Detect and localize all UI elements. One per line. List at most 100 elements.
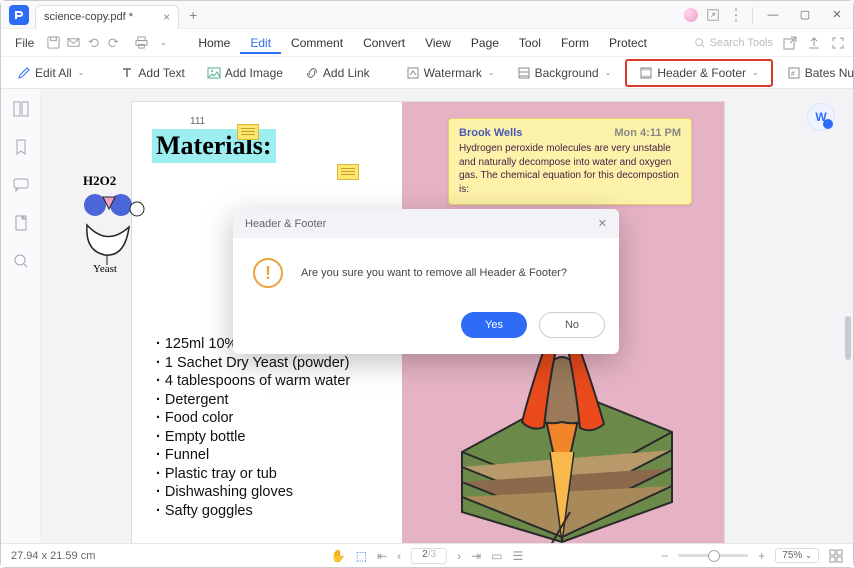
list-item: Food color (156, 409, 392, 428)
close-tab-icon[interactable]: × (163, 10, 170, 24)
edit-all-label: Edit All (35, 66, 72, 80)
materials-list: 125ml 10% Hydrogen Peroxide 1 Sachet Dry… (156, 335, 392, 520)
comment-time: Mon 4:11 PM (614, 127, 681, 139)
search-placeholder: Search Tools (710, 37, 773, 49)
menu-protect[interactable]: Protect (599, 32, 657, 54)
scrollbar-handle[interactable] (845, 316, 851, 360)
continuous-view-icon[interactable]: ☰ (513, 549, 524, 563)
list-item: Funnel (156, 446, 392, 465)
close-window-button[interactable]: ✕ (825, 3, 849, 27)
word-export-badge[interactable]: W (807, 103, 835, 131)
watermark-icon (406, 66, 420, 80)
background-icon (517, 66, 531, 80)
maximize-button[interactable]: ▢ (793, 3, 817, 27)
add-image-button[interactable]: Add Image (199, 63, 291, 83)
no-button[interactable]: No (539, 312, 605, 338)
redo-icon[interactable] (104, 34, 122, 52)
save-icon[interactable] (44, 34, 62, 52)
new-tab-button[interactable]: + (189, 7, 197, 23)
list-item: 4 tablespoons of warm water (156, 372, 392, 391)
yeast-label: Yeast (93, 263, 117, 275)
page-input[interactable]: 2/3 (411, 548, 447, 564)
molecule-doodle (77, 187, 167, 267)
header-footer-highlight: Header & Footer⌄ (625, 59, 772, 87)
menu-tool[interactable]: Tool (509, 32, 551, 54)
single-view-icon[interactable]: ▭ (491, 549, 502, 563)
yes-button[interactable]: Yes (461, 312, 527, 338)
expand-icon[interactable] (831, 36, 845, 50)
image-icon (207, 66, 221, 80)
watermark-label: Watermark (424, 66, 482, 80)
zoom-level[interactable]: 75% ⌄ (775, 548, 819, 563)
minimize-button[interactable]: — (761, 3, 785, 27)
page-dimensions: 27.94 x 21.59 cm (11, 550, 95, 562)
tab-title: science-copy.pdf * (44, 11, 133, 23)
list-item: Detergent (156, 391, 392, 410)
background-label: Background (535, 66, 599, 80)
menu-convert[interactable]: Convert (353, 32, 415, 54)
list-item: Plastic tray or tub (156, 465, 392, 484)
list-item: Safty goggles (156, 502, 392, 521)
avatar-icon[interactable] (684, 8, 698, 22)
menu-page[interactable]: Page (461, 32, 509, 54)
chevron-down-icon[interactable]: ⌄ (154, 34, 172, 52)
add-link-label: Add Link (323, 66, 370, 80)
sticky-note-icon[interactable] (237, 124, 259, 140)
attachment-icon[interactable] (13, 215, 29, 231)
mail-icon[interactable] (64, 34, 82, 52)
svg-text:#: # (791, 71, 795, 78)
search-tools[interactable]: Search Tools (694, 37, 773, 49)
dialog-close-icon[interactable]: ✕ (598, 217, 607, 230)
background-button[interactable]: Background⌄ (509, 63, 620, 83)
zoom-in-icon[interactable]: + (758, 549, 765, 563)
comment-icon[interactable] (13, 177, 29, 193)
edit-icon (17, 66, 31, 80)
zoom-out-icon[interactable]: − (661, 549, 668, 563)
next-page-icon[interactable]: › (457, 549, 461, 563)
add-text-label: Add Text (138, 66, 184, 80)
upload-icon[interactable] (807, 36, 821, 50)
bates-label: Bates Number (805, 66, 854, 80)
add-text-button[interactable]: Add Text (112, 63, 192, 83)
header-footer-button[interactable]: Header & Footer⌄ (631, 63, 766, 83)
list-item: Dishwashing gloves (156, 483, 392, 502)
sticky-note-icon[interactable] (337, 164, 359, 180)
prev-page-icon[interactable]: ‹ (397, 549, 401, 563)
document-tab[interactable]: science-copy.pdf * × (35, 5, 179, 29)
watermark-button[interactable]: Watermark⌄ (398, 63, 503, 83)
menu-form[interactable]: Form (551, 32, 599, 54)
bookmark-icon[interactable] (13, 139, 29, 155)
hand-tool-icon[interactable]: ✋ (331, 549, 346, 563)
last-page-icon[interactable]: ⇥ (471, 549, 481, 563)
print-icon[interactable] (132, 34, 150, 52)
bates-icon: # (787, 66, 801, 80)
text-icon (120, 66, 134, 80)
statusbar: 27.94 x 21.59 cm ✋ ⬚ ⇤ ‹ 2/3 › ⇥ ▭ ☰ − +… (1, 543, 853, 567)
edit-toolbar: Edit All⌄ Add Text Add Image Add Link Wa… (1, 57, 853, 89)
list-item: Empty bottle (156, 428, 392, 447)
menu-comment[interactable]: Comment (281, 32, 353, 54)
dialog-title: Header & Footer (245, 218, 326, 230)
thumbnails-icon[interactable] (13, 101, 29, 117)
file-menu[interactable]: File (9, 36, 40, 50)
first-page-icon[interactable]: ⇤ (377, 549, 387, 563)
edit-all-button[interactable]: Edit All⌄ (9, 63, 92, 83)
bates-number-button[interactable]: # Bates Number⌄ (779, 63, 854, 83)
link-icon (305, 66, 319, 80)
dialog-message: Are you sure you want to remove all Head… (301, 267, 567, 279)
add-image-label: Add Image (225, 66, 283, 80)
search-sidebar-icon[interactable] (13, 253, 29, 269)
fit-page-icon[interactable] (829, 549, 843, 563)
menu-edit[interactable]: Edit (240, 32, 281, 54)
menubar: File ⌄ Home Edit Comment Convert View Pa… (1, 29, 853, 57)
app-logo (9, 5, 29, 25)
kebab-menu-icon[interactable]: ⋮ (728, 5, 744, 25)
add-link-button[interactable]: Add Link (297, 63, 378, 83)
select-tool-icon[interactable]: ⬚ (356, 549, 367, 563)
menu-home[interactable]: Home (188, 32, 240, 54)
zoom-slider[interactable] (678, 554, 748, 557)
undo-icon[interactable] (84, 34, 102, 52)
open-external-icon[interactable] (783, 36, 797, 50)
share-icon[interactable] (706, 8, 720, 22)
menu-view[interactable]: View (415, 32, 461, 54)
